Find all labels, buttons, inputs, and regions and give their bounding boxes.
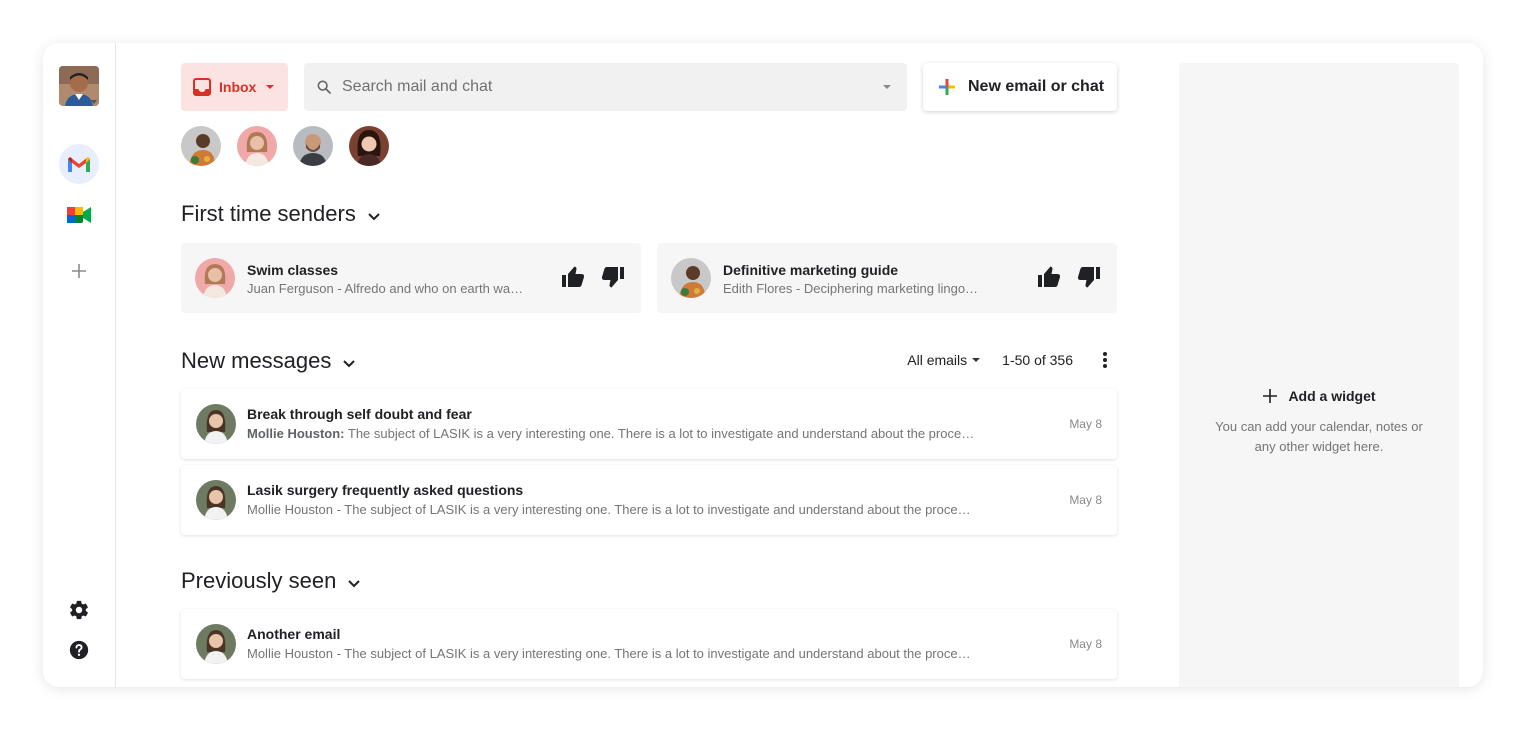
first-time-senders-title: First time senders: [181, 201, 356, 226]
first-time-senders-row: Swim classes Juan Ferguson - Alfredo and…: [181, 243, 1117, 313]
email-date: May 8: [1069, 417, 1102, 431]
search-icon: [317, 80, 331, 94]
filter-caret-icon: [972, 358, 981, 362]
email-subject: Break through self doubt and fear: [247, 406, 472, 422]
left-rail: [43, 43, 116, 687]
search-box[interactable]: Search mail and chat: [304, 63, 907, 111]
google-meet-icon: [67, 207, 91, 223]
first-time-sender-card[interactable]: Definitive marketing guide Edith Flores …: [657, 243, 1117, 313]
inbox-label: Inbox: [219, 79, 257, 95]
thumbs-up-icon[interactable]: [561, 266, 585, 293]
sender-avatar: [196, 624, 236, 664]
new-email-or-chat-button[interactable]: New email or chat: [923, 63, 1117, 111]
thumbs-down-icon[interactable]: [1077, 266, 1101, 293]
inbox-icon: [193, 78, 211, 96]
previously-seen-heading[interactable]: Previously seen: [181, 568, 361, 594]
email-row[interactable]: Lasik surgery frequently asked questions…: [181, 465, 1117, 535]
contact-avatar[interactable]: [293, 126, 333, 166]
gmail-app-button[interactable]: [59, 144, 99, 184]
plus-icon: [72, 264, 86, 278]
previously-seen-title: Previously seen: [181, 568, 337, 593]
plus-icon: [1262, 388, 1278, 404]
settings-button[interactable]: [59, 590, 99, 630]
help-button[interactable]: [59, 630, 99, 670]
email-date: May 8: [1069, 637, 1102, 651]
chevron-down-icon: [368, 201, 380, 227]
inbox-caret-icon: [266, 85, 275, 89]
chevron-down-icon: [348, 568, 361, 594]
colorful-plus-icon: [939, 79, 955, 95]
app-window: Inbox Search mail and chat New email or …: [43, 43, 1483, 687]
contact-avatars-row: [181, 126, 389, 166]
gmail-icon: [68, 157, 90, 172]
email-filter-dropdown[interactable]: All emails: [907, 352, 981, 368]
new-messages-heading[interactable]: New messages: [181, 348, 356, 374]
new-email-label: New email or chat: [968, 78, 1105, 95]
top-bar: Inbox Search mail and chat New email or …: [181, 63, 1117, 111]
thumbs-up-icon[interactable]: [1037, 266, 1061, 293]
email-subject: Lasik surgery frequently asked questions: [247, 482, 524, 498]
email-snippet-text: The subject of LASIK is a very interesti…: [344, 426, 977, 441]
sender-name: Mollie Houston:: [247, 426, 345, 441]
email-snippet: Edith Flores - Deciphering marketing lin…: [723, 281, 979, 296]
first-time-sender-card[interactable]: Swim classes Juan Ferguson - Alfredo and…: [181, 243, 641, 313]
contact-photo: [293, 126, 333, 166]
first-time-senders-heading[interactable]: First time senders: [181, 201, 380, 227]
email-filter-label: All emails: [907, 352, 968, 368]
add-widget-button[interactable]: Add a widget: [1179, 388, 1459, 404]
email-date: May 8: [1069, 493, 1102, 507]
email-subject: Swim classes: [247, 262, 339, 278]
pagination-range: 1-50 of 356: [1002, 352, 1073, 368]
contact-avatar[interactable]: [349, 126, 389, 166]
contact-photo: [349, 126, 389, 166]
help-icon: [69, 640, 89, 660]
sender-avatar: [195, 258, 235, 298]
sender-avatar: [196, 404, 236, 444]
email-row[interactable]: Break through self doubt and fear Mollie…: [181, 389, 1117, 459]
contact-avatar[interactable]: [237, 126, 277, 166]
list-toolbar: All emails 1-50 of 356: [907, 349, 1117, 371]
thumbs-down-icon[interactable]: [601, 266, 625, 293]
widget-description: You can add your calendar, notes or any …: [1215, 419, 1423, 454]
email-snippet: Mollie Houston: The subject of LASIK is …: [247, 426, 977, 441]
meet-app-button[interactable]: [59, 195, 99, 235]
widget-panel: Add a widget You can add your calendar, …: [1179, 63, 1459, 687]
account-avatar[interactable]: [59, 66, 99, 106]
more-options-icon[interactable]: [1093, 352, 1117, 368]
email-snippet: Mollie Houston - The subject of LASIK is…: [247, 502, 977, 517]
contact-photo: [181, 126, 221, 166]
new-messages-title: New messages: [181, 348, 332, 373]
add-app-button[interactable]: [59, 251, 99, 291]
email-subject: Another email: [247, 626, 341, 642]
contact-avatar[interactable]: [181, 126, 221, 166]
add-widget-label: Add a widget: [1288, 388, 1376, 404]
inbox-button[interactable]: Inbox: [181, 63, 288, 111]
email-row[interactable]: Another email Mollie Houston - The subje…: [181, 609, 1117, 679]
email-subject: Definitive marketing guide: [723, 262, 899, 278]
main-content: Inbox Search mail and chat New email or …: [181, 43, 1117, 687]
sender-avatar: [196, 480, 236, 520]
contact-photo: [237, 126, 277, 166]
chevron-down-icon: [343, 348, 356, 374]
email-snippet: Juan Ferguson - Alfredo and who on earth…: [247, 281, 527, 296]
account-dropdown-caret-icon: [91, 100, 97, 104]
search-placeholder: Search mail and chat: [342, 78, 493, 95]
search-options-caret-icon[interactable]: [883, 85, 891, 89]
email-snippet: Mollie Houston - The subject of LASIK is…: [247, 646, 977, 661]
sender-avatar: [671, 258, 711, 298]
gear-icon: [70, 600, 88, 620]
